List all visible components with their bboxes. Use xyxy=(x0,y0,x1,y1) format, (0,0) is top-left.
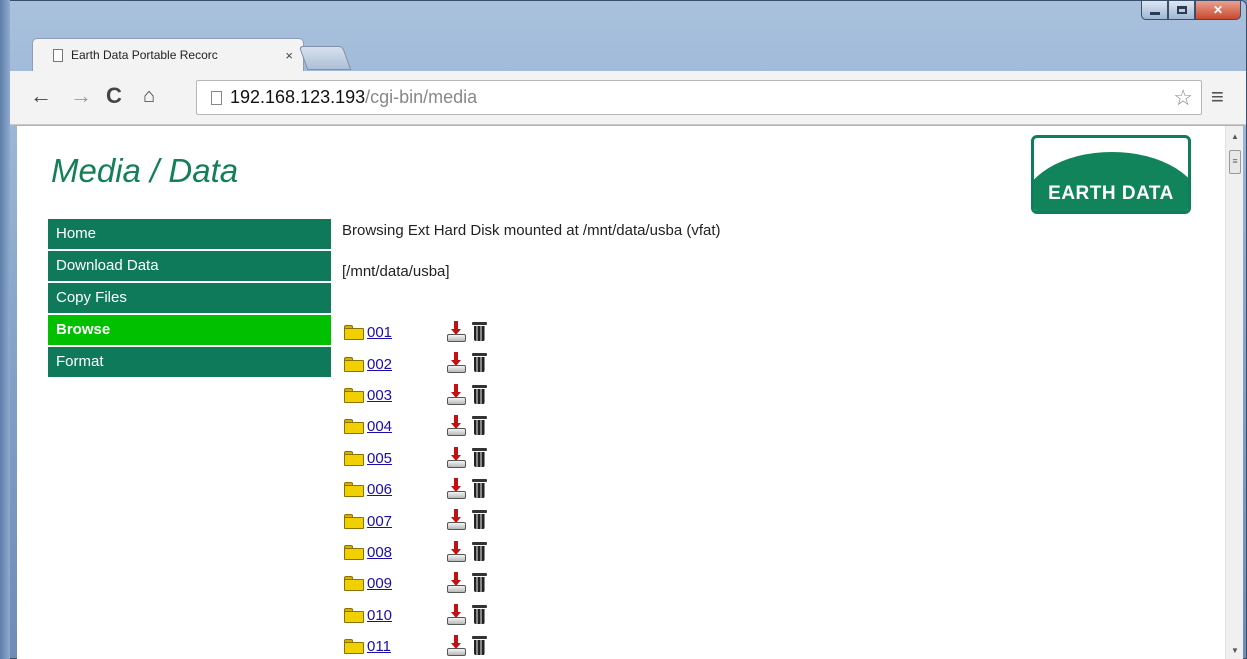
file-row: 006 xyxy=(344,474,524,505)
download-icon[interactable] xyxy=(447,383,467,406)
sidebar-item-home[interactable]: Home xyxy=(48,219,331,249)
maximize-button[interactable] xyxy=(1168,0,1195,20)
file-row: 003 xyxy=(344,380,524,411)
trash-icon[interactable] xyxy=(472,635,487,655)
folder-icon xyxy=(344,450,364,466)
folder-link[interactable]: 001 xyxy=(367,324,392,341)
folder-link[interactable]: 007 xyxy=(367,513,392,530)
trash-icon[interactable] xyxy=(472,416,487,436)
file-row: 010 xyxy=(344,600,524,631)
scroll-down-arrow-icon[interactable]: ▼ xyxy=(1231,646,1239,655)
download-icon[interactable] xyxy=(447,509,467,531)
url-path: /cgi-bin/media xyxy=(365,87,478,107)
window-controls: ✕ xyxy=(1141,0,1241,20)
close-window-button[interactable]: ✕ xyxy=(1195,0,1241,20)
sidebar-nav: Home Download Data Copy Files Browse For… xyxy=(48,219,331,379)
back-arrow-icon[interactable]: ← xyxy=(30,85,52,107)
page-title: Media / Data xyxy=(51,152,239,189)
folder-link[interactable]: 011 xyxy=(367,638,391,655)
bookmark-star-icon[interactable]: ☆ xyxy=(1173,85,1193,111)
folder-link[interactable]: 008 xyxy=(367,544,392,561)
home-icon[interactable]: ⌂ xyxy=(143,85,155,107)
minimize-icon xyxy=(1149,11,1160,15)
sidebar-item-browse[interactable]: Browse xyxy=(48,315,331,345)
sidebar-item-copy-files[interactable]: Copy Files xyxy=(48,283,331,313)
sidebar-item-format[interactable]: Format xyxy=(48,347,331,377)
reload-icon[interactable]: C xyxy=(106,85,122,107)
scroll-up-arrow-icon[interactable]: ▲ xyxy=(1231,132,1239,141)
scrollbar-thumb[interactable]: ≡ xyxy=(1229,150,1241,174)
new-tab-button[interactable] xyxy=(298,46,352,70)
folder-icon xyxy=(344,639,364,655)
forward-arrow-icon[interactable]: → xyxy=(70,85,92,107)
maximize-icon xyxy=(1176,6,1187,14)
vertical-scrollbar[interactable]: ▲ ≡ ▼ xyxy=(1225,126,1243,659)
download-icon[interactable] xyxy=(447,446,467,469)
current-path: [/mnt/data/usba] xyxy=(342,263,450,280)
trash-icon[interactable] xyxy=(472,322,487,341)
logo-text: EARTH DATA xyxy=(1048,183,1174,204)
browser-toolbar: ← → C ⌂ 192.168.123.193/cgi-bin/media ☆ … xyxy=(10,71,1246,125)
folder-link[interactable]: 005 xyxy=(367,450,392,467)
download-icon[interactable] xyxy=(447,352,467,374)
file-list: 001 002 003 004 005 006 007 008 009 010 011 xyxy=(344,317,524,659)
download-icon[interactable] xyxy=(447,603,467,626)
file-row: 005 xyxy=(344,443,524,474)
trash-icon[interactable] xyxy=(472,447,487,467)
download-icon[interactable] xyxy=(447,540,467,563)
file-row: 004 xyxy=(344,411,524,442)
file-row: 009 xyxy=(344,568,524,599)
download-icon[interactable] xyxy=(447,321,467,343)
folder-link[interactable]: 004 xyxy=(367,418,392,435)
main-content: Browsing Ext Hard Disk mounted at /mnt/d… xyxy=(342,222,721,280)
url-host: 192.168.123.193 xyxy=(230,87,366,107)
minimize-button[interactable] xyxy=(1141,0,1168,20)
window-frame-edge xyxy=(0,0,10,659)
file-row: 008 xyxy=(344,537,524,568)
folder-icon xyxy=(344,419,364,435)
file-row: 001 xyxy=(344,317,524,348)
sidebar-item-download-data[interactable]: Download Data xyxy=(48,251,331,281)
mount-status-text: Browsing Ext Hard Disk mounted at /mnt/d… xyxy=(342,222,721,239)
address-bar[interactable]: 192.168.123.193/cgi-bin/media ☆ xyxy=(196,80,1202,115)
folder-link[interactable]: 010 xyxy=(367,607,392,624)
folder-icon xyxy=(344,544,364,560)
page-icon xyxy=(53,48,63,62)
folder-link[interactable]: 006 xyxy=(367,481,392,498)
download-icon[interactable] xyxy=(447,415,467,437)
file-row: 011 xyxy=(344,631,524,659)
folder-icon xyxy=(344,576,364,592)
trash-icon[interactable] xyxy=(472,478,487,498)
page-viewport: Media / Data EARTH DATA Home Download Da… xyxy=(17,126,1225,659)
page-icon xyxy=(211,90,222,105)
folder-link[interactable]: 002 xyxy=(367,356,392,373)
earth-data-logo: EARTH DATA xyxy=(1031,135,1191,214)
trash-icon[interactable] xyxy=(472,353,487,373)
file-row: 007 xyxy=(344,505,524,536)
folder-icon xyxy=(344,482,364,498)
folder-icon xyxy=(344,325,364,341)
download-icon[interactable] xyxy=(447,634,467,657)
folder-icon xyxy=(344,387,364,403)
folder-icon xyxy=(344,513,364,529)
trash-icon[interactable] xyxy=(472,510,487,530)
tab-title: Earth Data Portable Recorc xyxy=(71,48,218,62)
tab-close-icon[interactable]: × xyxy=(285,48,293,63)
folder-icon xyxy=(344,356,364,372)
folder-icon xyxy=(344,607,364,623)
trash-icon[interactable] xyxy=(472,384,487,404)
menu-icon[interactable]: ≡ xyxy=(1211,84,1224,110)
folder-link[interactable]: 009 xyxy=(367,575,392,592)
download-icon[interactable] xyxy=(447,477,467,500)
download-icon[interactable] xyxy=(447,572,467,594)
browser-tab[interactable]: Earth Data Portable Recorc × xyxy=(32,38,304,71)
trash-icon[interactable] xyxy=(472,541,487,561)
folder-link[interactable]: 003 xyxy=(367,387,392,404)
file-row: 002 xyxy=(344,348,524,379)
trash-icon[interactable] xyxy=(472,604,487,624)
trash-icon[interactable] xyxy=(472,573,487,593)
